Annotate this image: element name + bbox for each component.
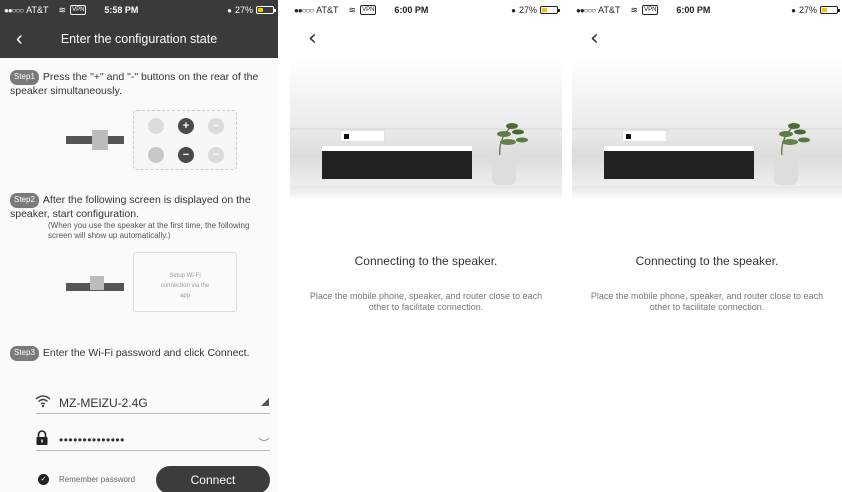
status-time: 5:58 PM	[104, 5, 139, 15]
speaker-buttons-illustration: + − − −	[133, 110, 237, 170]
carrier-label: AT&T	[316, 5, 339, 15]
step-2: Step2 After the following screen is displ…	[10, 193, 270, 241]
router-image	[340, 130, 385, 142]
speaker-room-image	[290, 58, 562, 198]
status-bar: ●●○○○ AT&T ≋ VPN 6:00 PM ● 27%	[572, 0, 842, 20]
connecting-screen: ●●○○○ AT&T ≋ VPN 6:00 PM ● 27% ‹ Connect…	[572, 0, 842, 492]
wifi-status-icon: ≋	[630, 4, 639, 15]
wifi-icon	[35, 394, 53, 411]
button-dot-icon	[148, 118, 164, 134]
battery-percent: 27%	[234, 5, 253, 15]
battery-icon	[256, 6, 276, 14]
nav-bar: ‹ Enter the configuration state	[0, 20, 278, 58]
pot-image	[492, 155, 516, 185]
back-button[interactable]: ‹	[590, 26, 599, 51]
speaker-image	[322, 151, 472, 179]
connect-button[interactable]: Connect	[156, 466, 270, 492]
button-dot-icon	[148, 147, 164, 163]
step-2-badge: Step2	[10, 193, 39, 208]
speaker-display-illustration: Setup Wi-Fi connection via the app	[133, 252, 237, 312]
pot-image	[774, 155, 798, 185]
dropdown-triangle-icon[interactable]	[260, 397, 270, 409]
step-3-badge: Step3	[10, 346, 39, 361]
step-1: Step1 Press the "+" and "-" buttons on th…	[10, 70, 270, 97]
plant-icon	[779, 123, 810, 157]
wifi-password-field[interactable]: ••••••••••••••	[36, 429, 270, 451]
wifi-password-value: ••••••••••••••	[59, 432, 125, 447]
signal-icon: ●●○○○	[4, 5, 24, 15]
speaker-image	[604, 151, 754, 179]
step-3-text: Enter the Wi-Fi password and click Conne…	[42, 347, 250, 359]
speaker-rear-illustration	[66, 130, 124, 150]
step-2-text: After the following screen is displayed …	[10, 194, 251, 220]
battery-percent: 27%	[518, 5, 537, 15]
battery-icon	[540, 6, 560, 14]
connecting-title: Connecting to the speaker.	[354, 254, 498, 268]
status-time: 6:00 PM	[676, 5, 711, 15]
battery-percent: 27%	[798, 5, 817, 15]
connecting-screen: ●●○○○ AT&T ≋ VPN 6:00 PM ● 27% ‹ Connect…	[290, 0, 562, 492]
lock-icon	[35, 430, 53, 449]
wifi-status-icon: ≋	[58, 4, 67, 15]
signal-icon: ●●○○○	[576, 5, 596, 15]
alarm-icon: ●	[511, 5, 516, 15]
connecting-description: Place the mobile phone, speaker, and rou…	[309, 291, 543, 312]
wifi-status-icon: ≋	[348, 4, 357, 15]
carrier-label: AT&T	[26, 5, 49, 15]
status-bar: ●●○○○ AT&T ≋ VPN 5:58 PM ● 27%	[0, 0, 278, 20]
connecting-description: Place the mobile phone, speaker, and rou…	[590, 291, 824, 312]
step-3: Step3 Enter the Wi-Fi password and click …	[10, 346, 270, 361]
vpn-badge: VPN	[70, 5, 87, 15]
signal-icon: ●●○○○	[294, 5, 314, 15]
page-title: Enter the configuration state	[60, 32, 218, 46]
remember-password-toggle[interactable]: ✓ Remember password	[38, 474, 135, 485]
eye-icon[interactable]	[258, 435, 270, 445]
alarm-icon: ●	[227, 5, 232, 15]
step-2-note: (When you use the speaker at the first t…	[48, 221, 250, 240]
step-1-badge: Step1	[10, 70, 39, 85]
minus-icon: −	[208, 147, 224, 163]
alarm-icon: ●	[791, 5, 796, 15]
back-button[interactable]: ‹	[16, 28, 23, 51]
step-1-text: Press the "+" and "-" buttons on the rea…	[10, 71, 259, 97]
wifi-ssid-field[interactable]: MZ-MEIZU-2.4G	[35, 392, 270, 414]
battery-icon	[820, 6, 840, 14]
speaker-display-text: Setup Wi-Fi connection via the app	[160, 273, 210, 299]
status-time: 6:00 PM	[394, 5, 429, 15]
wifi-ssid-value: MZ-MEIZU-2.4G	[59, 395, 148, 410]
check-icon[interactable]: ✓	[38, 474, 49, 485]
connecting-title: Connecting to the speaker.	[635, 254, 779, 268]
minus-icon: −	[208, 118, 224, 134]
minus-icon: −	[178, 147, 194, 163]
plant-icon	[497, 123, 528, 157]
speaker-screen-illustration	[66, 276, 124, 291]
remember-password-label: Remember password	[59, 475, 136, 484]
back-button[interactable]: ‹	[308, 26, 317, 51]
speaker-room-image	[572, 58, 842, 198]
plus-icon: +	[178, 118, 194, 134]
carrier-label: AT&T	[598, 5, 621, 15]
config-screen: ●●○○○ AT&T ≋ VPN 5:58 PM ● 27% ‹ Enter t…	[0, 0, 278, 492]
vpn-badge: VPN	[360, 5, 377, 15]
router-image	[622, 130, 667, 142]
vpn-badge: VPN	[642, 5, 659, 15]
status-bar: ●●○○○ AT&T ≋ VPN 6:00 PM ● 27%	[290, 0, 562, 20]
